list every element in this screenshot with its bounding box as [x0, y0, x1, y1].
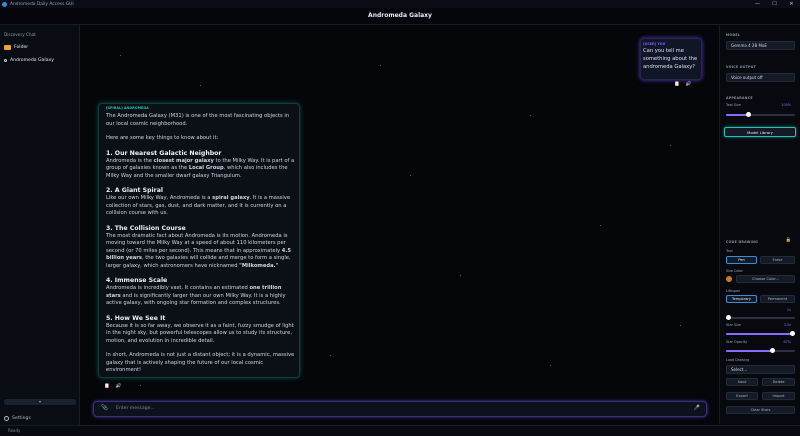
- message-input[interactable]: Enter message...: [116, 406, 155, 411]
- delete-button[interactable]: Delete: [762, 378, 795, 386]
- settings-button[interactable]: Settings: [4, 416, 31, 421]
- sidebar-collapse-button[interactable]: ▾: [4, 399, 76, 405]
- slider-knob[interactable]: [790, 331, 795, 336]
- model-select[interactable]: Gemma 4 2B MoE: [726, 41, 795, 50]
- permanent-button[interactable]: Permanent: [760, 295, 795, 303]
- section-text: The most dramatic fact about Andromeda i…: [106, 232, 291, 269]
- sidebar-folder[interactable]: Folder: [4, 45, 28, 50]
- message-text: Can you tell me something about the andr…: [643, 48, 698, 70]
- chat-header: Andromeda Galaxy: [0, 8, 800, 25]
- chat-area: [USER] YOU Can you tell me something abo…: [80, 25, 718, 424]
- voice-section-label: VOICE OUTPUT: [726, 65, 757, 69]
- section-heading: 5. How We See It: [106, 314, 166, 322]
- tool-label: Tool: [726, 249, 733, 253]
- text-size-label: Text Size: [726, 103, 741, 107]
- section-text: Andromeda is the closest major galaxy to…: [106, 157, 295, 179]
- brush-size-value: 1x: [786, 308, 791, 312]
- message-closing: In short, Andromeda is not just a distan…: [106, 352, 295, 373]
- message-body: The Andromeda Galaxy (M31) is one of the…: [106, 113, 296, 375]
- sidebar-folder-label: Folder: [14, 45, 29, 50]
- sidebar-item-andromeda[interactable]: Andromeda Galaxy: [4, 58, 54, 63]
- section-text: Because it is so far away, we observe it…: [106, 322, 294, 344]
- choose-color-button[interactable]: Choose Color...: [736, 275, 795, 283]
- lock-icon[interactable]: 🔒: [786, 238, 791, 243]
- message-role: [SPIRAL] ANDROMEDA: [106, 106, 149, 110]
- message-role: [USER] YOU: [643, 42, 666, 46]
- star-opacity-value: 67%: [783, 340, 791, 344]
- speaker-icon[interactable]: 🔊: [686, 82, 692, 87]
- slider-fill: [726, 333, 795, 335]
- load-drawing-label: Load Drawing: [726, 358, 750, 362]
- sidebar-item-label: Andromeda Galaxy: [10, 58, 54, 63]
- model-library-button[interactable]: Model Library: [724, 127, 796, 137]
- appearance-section-label: APPEARANCE: [726, 96, 753, 100]
- sidebar-item-discovery-chat[interactable]: Discovery Chat: [4, 32, 36, 37]
- copy-icon[interactable]: 📋: [104, 384, 110, 389]
- section-heading: 2. A Giant Spiral: [106, 187, 163, 194]
- slider-knob[interactable]: [726, 315, 731, 320]
- copy-icon[interactable]: 📋: [674, 82, 680, 87]
- settings-label: Settings: [12, 416, 31, 421]
- maximize-button[interactable]: ☐: [766, 0, 783, 8]
- code-drawing-label: CODE DRAWING: [726, 240, 758, 244]
- lifespan-label: Lifespan: [726, 289, 741, 293]
- tool-erase-button[interactable]: Erase: [760, 256, 795, 264]
- text-size-value: 100%: [781, 103, 791, 107]
- status-text: Ready: [8, 428, 21, 433]
- temporary-button[interactable]: Temporary: [726, 295, 757, 303]
- clear-stars-button[interactable]: Clear Stars: [726, 406, 795, 414]
- page-title: Andromeda Galaxy: [368, 12, 432, 19]
- app-logo-icon: [2, 1, 7, 7]
- slider-fill: [726, 350, 773, 352]
- status-bar: Ready: [0, 425, 800, 436]
- window-title: Andromeda Daily Access GUI: [10, 1, 74, 7]
- message-input-bar[interactable]: 📎 Enter message... 🎤: [93, 401, 707, 417]
- section-heading: 3. The Collision Course: [106, 224, 186, 232]
- save-button[interactable]: Save: [726, 378, 758, 386]
- section-text: Like our own Milky Way, Andromeda is a s…: [106, 195, 291, 216]
- attach-icon[interactable]: 📎: [101, 405, 108, 411]
- minimize-button[interactable]: —: [749, 0, 766, 8]
- voice-output-toggle[interactable]: Voice output off: [726, 73, 795, 82]
- import-button[interactable]: Import: [762, 392, 795, 400]
- text-size-slider[interactable]: [726, 112, 795, 117]
- sidebar-item-label: Discovery Chat: [4, 32, 36, 37]
- folder-icon: [4, 45, 11, 50]
- message-lead: Here are some key things to know about i…: [106, 135, 219, 141]
- assistant-message: [SPIRAL] ANDROMEDA The Andromeda Galaxy …: [98, 103, 300, 378]
- microphone-icon[interactable]: 🎤: [694, 405, 700, 411]
- section-heading: 4. Immense Scale: [106, 277, 168, 284]
- gear-icon: [4, 416, 9, 421]
- star-size-label: Star Size: [726, 323, 741, 327]
- section-heading: 1. Our Nearest Galactic Neighbor: [106, 149, 222, 157]
- assistant-message-actions: 📋 🔊: [104, 384, 121, 389]
- sidebar: Discovery Chat Folder Andromeda Galaxy ▾…: [0, 25, 80, 425]
- window-titlebar: Andromeda Daily Access GUI — ☐ ✕: [0, 0, 800, 8]
- star-size-slider[interactable]: [726, 331, 795, 336]
- chat-dot-icon: [4, 59, 7, 62]
- slider-knob[interactable]: [769, 348, 775, 353]
- load-drawing-select[interactable]: Select...: [726, 365, 795, 374]
- slider-knob[interactable]: [746, 112, 752, 117]
- size-color-label: Size Color: [726, 269, 743, 273]
- export-button[interactable]: Export: [726, 392, 758, 400]
- star-opacity-label: Star Opacity: [726, 340, 748, 344]
- color-swatch[interactable]: [726, 276, 732, 282]
- model-section-label: MODEL: [726, 33, 741, 37]
- speaker-icon[interactable]: 🔊: [116, 384, 122, 389]
- user-message: [USER] YOU Can you tell me something abo…: [640, 38, 702, 80]
- message-intro: The Andromeda Galaxy (M31) is one of the…: [106, 113, 290, 127]
- user-message-actions: 📋 🔊: [674, 82, 691, 87]
- star-size-value: 3.0x: [783, 323, 791, 327]
- star-opacity-slider[interactable]: [726, 348, 795, 353]
- brush-size-slider[interactable]: [726, 315, 795, 320]
- close-button[interactable]: ✕: [783, 0, 800, 8]
- tool-pen-button[interactable]: Pen: [726, 256, 757, 264]
- section-text: Andromeda is incredibly vast. It contain…: [106, 285, 286, 306]
- settings-panel: MODEL Gemma 4 2B MoE VOICE OUTPUT Voice …: [719, 25, 800, 424]
